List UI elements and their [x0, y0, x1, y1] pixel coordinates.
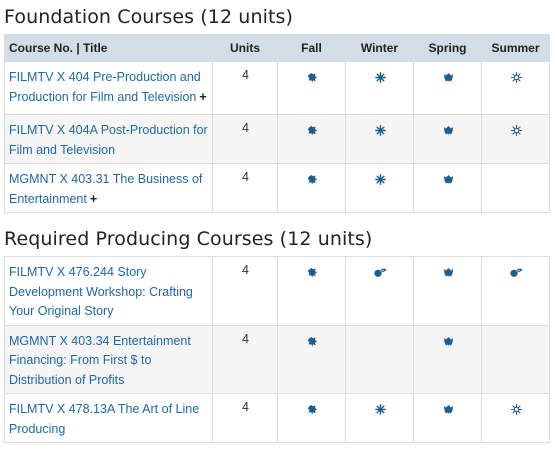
course-link[interactable]: FILMTV X 476.244 Story Development Works…	[9, 265, 193, 318]
flower-icon	[443, 334, 454, 346]
summer-cell	[481, 61, 550, 115]
units-cell: 4	[212, 163, 278, 213]
course-cell: FILMTV X 404A Post-Production for Film a…	[4, 114, 213, 164]
summer-cell	[481, 324, 550, 394]
leaf-icon	[307, 70, 318, 83]
online-icon	[373, 265, 387, 278]
column-header-units: Units	[212, 34, 278, 62]
summer-cell	[481, 114, 550, 164]
units-cell: 4	[212, 393, 278, 443]
table-row: MGMNT X 403.34 Entertainment Financing: …	[4, 324, 550, 394]
winter-cell	[345, 163, 414, 213]
column-header-course: Course No. | Title	[4, 34, 213, 62]
course-cell: FILMTV X 476.244 Story Development Works…	[4, 256, 213, 326]
sun-icon	[510, 123, 522, 137]
snowflake-icon	[374, 172, 386, 186]
online-icon	[509, 265, 523, 278]
winter-cell	[345, 324, 414, 394]
winter-cell	[345, 114, 414, 164]
plus-marker: +	[89, 191, 98, 206]
fall-cell	[277, 393, 346, 443]
column-header-winter: Winter	[345, 34, 414, 62]
flower-icon	[443, 70, 454, 83]
winter-cell	[345, 256, 414, 326]
required-producing-courses-table: FILMTV X 476.244 Story Development Works…	[4, 256, 550, 443]
fall-cell	[277, 163, 346, 213]
flower-icon	[443, 123, 454, 136]
course-link[interactable]: FILMTV X 404A Post-Production for Film a…	[9, 123, 208, 157]
table-row: FILMTV X 404 Pre-Production and Producti…	[4, 61, 550, 115]
flower-icon	[443, 172, 454, 185]
snowflake-icon	[374, 70, 386, 84]
course-link[interactable]: FILMTV X 478.13A The Art of Line Produci…	[9, 402, 199, 436]
summer-cell	[481, 393, 550, 443]
leaf-icon	[307, 123, 318, 136]
snowflake-icon	[374, 402, 386, 416]
spring-cell	[413, 324, 482, 394]
table-row: MGMNT X 403.31 The Business of Entertain…	[4, 163, 550, 213]
leaf-icon	[307, 402, 318, 415]
course-link[interactable]: MGMNT X 403.31 The Business of Entertain…	[9, 172, 202, 206]
spring-cell	[413, 61, 482, 115]
leaf-icon	[307, 172, 318, 185]
spring-cell	[413, 114, 482, 164]
foundation-courses-table: Course No. | Title Units Fall Winter Spr…	[4, 34, 550, 213]
summer-cell	[481, 256, 550, 326]
table-header-row: Course No. | Title Units Fall Winter Spr…	[4, 34, 550, 62]
leaf-icon	[307, 265, 318, 278]
table-row: FILMTV X 478.13A The Art of Line Produci…	[4, 393, 550, 443]
fall-cell	[277, 114, 346, 164]
units-cell: 4	[212, 114, 278, 164]
course-cell: FILMTV X 404 Pre-Production and Producti…	[4, 61, 213, 115]
course-cell: MGMNT X 403.31 The Business of Entertain…	[4, 163, 213, 213]
sun-icon	[510, 402, 522, 416]
units-cell: 4	[212, 256, 278, 326]
spring-cell	[413, 163, 482, 213]
winter-cell	[345, 393, 414, 443]
section-heading-required-producing: Required Producing Courses (12 units)	[4, 228, 373, 250]
course-cell: MGMNT X 403.34 Entertainment Financing: …	[4, 324, 213, 394]
fall-cell	[277, 61, 346, 115]
page-content: Foundation Courses (12 units) Course No.…	[0, 0, 555, 443]
snowflake-icon	[374, 123, 386, 137]
winter-cell	[345, 61, 414, 115]
units-cell: 4	[212, 324, 278, 394]
fall-cell	[277, 256, 346, 326]
sun-icon	[510, 70, 522, 84]
column-header-summer: Summer	[481, 34, 550, 62]
table-row: FILMTV X 404A Post-Production for Film a…	[4, 114, 550, 164]
plus-marker: +	[199, 89, 207, 104]
table-row: FILMTV X 476.244 Story Development Works…	[4, 256, 550, 326]
flower-icon	[443, 402, 454, 415]
spring-cell	[413, 256, 482, 326]
column-header-fall: Fall	[277, 34, 346, 62]
section-heading-foundation: Foundation Courses (12 units)	[4, 6, 294, 28]
fall-cell	[277, 324, 346, 394]
leaf-icon	[307, 334, 318, 347]
flower-icon	[443, 265, 454, 278]
column-header-spring: Spring	[413, 34, 482, 62]
course-link[interactable]: FILMTV X 404 Pre-Production and Producti…	[9, 70, 201, 104]
units-cell: 4	[212, 61, 278, 115]
course-cell: FILMTV X 478.13A The Art of Line Produci…	[4, 393, 213, 443]
summer-cell	[481, 163, 550, 213]
course-link[interactable]: MGMNT X 403.34 Entertainment Financing: …	[9, 334, 191, 387]
spring-cell	[413, 393, 482, 443]
